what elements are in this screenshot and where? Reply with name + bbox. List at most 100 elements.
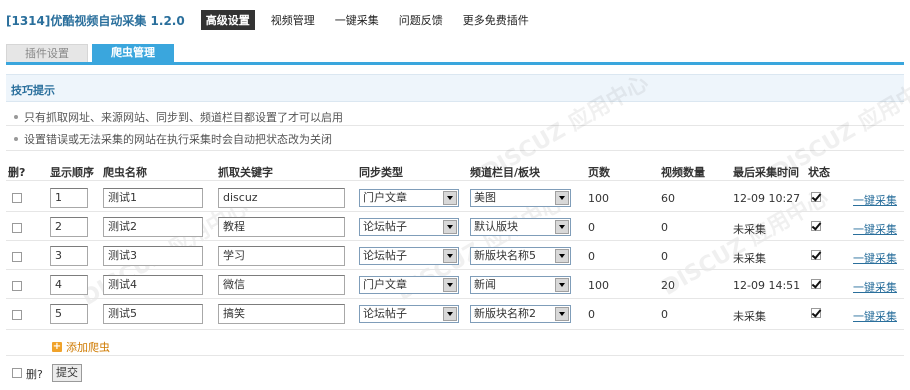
divider [6,240,904,241]
name-input[interactable]: 测试2 [103,217,203,237]
dropdown-arrow-icon [443,220,457,234]
channel-select[interactable]: 新版块名称5 [470,247,571,265]
pages-value: 100 [588,192,609,205]
col-header-order: 显示顺序 [50,166,94,179]
dropdown-arrow-icon [555,307,569,321]
dropdown-arrow-icon [555,249,569,263]
last-collect-time: 未采集 [733,223,766,236]
dropdown-arrow-icon [555,191,569,205]
keyword-input[interactable]: 学习 [218,246,345,266]
col-header-video-count: 视频数量 [661,166,705,179]
nav-video-management[interactable]: 视频管理 [267,10,319,30]
divider [6,180,904,181]
last-collect-time: 12-09 10:27 [733,192,801,205]
app-title: [1314]优酷视频自动采集 1.2.0 [6,13,185,28]
order-input[interactable]: 3 [50,246,88,266]
channel-select[interactable]: 新闻 [470,276,571,294]
sync-type-select[interactable]: 论坛帖子 [359,218,459,236]
divider [6,211,904,212]
selected-value: 新版块名称2 [474,307,536,320]
status-checkbox[interactable] [811,192,821,202]
col-header-name: 爬虫名称 [103,166,147,179]
nav-one-click-collect[interactable]: 一键采集 [331,10,383,30]
status-checkbox[interactable] [811,279,821,289]
channel-select[interactable]: 新版块名称2 [470,305,571,323]
name-input[interactable]: 测试1 [103,188,203,208]
selected-value: 门户文章 [363,278,407,291]
delete-all-checkbox[interactable] [12,368,22,378]
delete-checkbox[interactable] [12,281,22,291]
selected-value: 门户文章 [363,191,407,204]
order-input[interactable]: 4 [50,275,88,295]
top-bar: [1314]优酷视频自动采集 1.2.0 高级设置 视频管理 一键采集 问题反馈… [6,10,545,30]
add-crawler-button[interactable]: + 添加爬虫 [52,339,110,355]
divider [6,150,904,151]
delete-checkbox[interactable] [12,193,22,203]
divider [6,329,904,330]
dropdown-arrow-icon [443,191,457,205]
collect-now-link[interactable]: 一键采集 [853,221,897,237]
col-header-sync-type: 同步类型 [359,166,403,179]
dropdown-arrow-icon [443,307,457,321]
name-input[interactable]: 测试3 [103,246,203,266]
col-header-last-time: 最后采集时间 [733,166,799,179]
keyword-input[interactable]: 搞笑 [218,304,345,324]
tip-text: 只有抓取网址、来源网站、同步到、频道栏目都设置了才可以启用 [24,111,343,124]
sync-type-select[interactable]: 论坛帖子 [359,305,459,323]
selected-value: 新版块名称5 [474,249,536,262]
tips-title: 技巧提示 [11,84,55,97]
tip-item: 只有抓取网址、来源网站、同步到、频道栏目都设置了才可以启用 [14,109,343,125]
tips-header: 技巧提示 [6,74,904,102]
status-checkbox[interactable] [811,250,821,260]
sync-type-select[interactable]: 论坛帖子 [359,247,459,265]
selected-value: 论坛帖子 [363,307,407,320]
selected-value: 美图 [474,191,496,204]
nav-more-plugins[interactable]: 更多免费插件 [459,10,533,30]
collect-now-link[interactable]: 一键采集 [853,279,897,295]
order-input[interactable]: 1 [50,188,88,208]
keyword-input[interactable]: 微信 [218,275,345,295]
col-header-pages: 页数 [588,166,610,179]
tab-plugin-settings[interactable]: 插件设置 [6,44,88,62]
last-collect-time: 未采集 [733,310,766,323]
tab-crawler-management[interactable]: 爬虫管理 [92,44,174,62]
nav-feedback[interactable]: 问题反馈 [395,10,447,30]
selected-value: 论坛帖子 [363,249,407,262]
top-nav: 高级设置 视频管理 一键采集 问题反馈 更多免费插件 [200,10,545,30]
video-count-value: 0 [661,308,668,321]
collect-now-link[interactable]: 一键采集 [853,192,897,208]
nav-advanced-settings[interactable]: 高级设置 [200,10,255,30]
order-input[interactable]: 2 [50,217,88,237]
order-input[interactable]: 5 [50,304,88,324]
divider [6,355,904,356]
name-input[interactable]: 测试5 [103,304,203,324]
delete-checkbox[interactable] [12,252,22,262]
collect-now-link[interactable]: 一键采集 [853,250,897,266]
tip-text: 设置错误或无法采集的网站在执行采集时会自动把状态改为关闭 [24,133,332,146]
dropdown-arrow-icon [443,278,457,292]
keyword-input[interactable]: 教程 [218,217,345,237]
name-input[interactable]: 测试4 [103,275,203,295]
channel-select[interactable]: 美图 [470,189,571,207]
pages-value: 0 [588,250,595,263]
collect-now-link[interactable]: 一键采集 [853,308,897,324]
selected-value: 论坛帖子 [363,220,407,233]
col-header-status: 状态 [808,166,830,179]
add-crawler-label: 添加爬虫 [66,341,110,354]
submit-button[interactable]: 提交 [52,364,82,382]
sync-type-select[interactable]: 门户文章 [359,276,459,294]
status-checkbox[interactable] [811,308,821,318]
sync-type-select[interactable]: 门户文章 [359,189,459,207]
video-count-value: 20 [661,279,675,292]
last-collect-time: 未采集 [733,252,766,265]
pages-value: 0 [588,308,595,321]
channel-select[interactable]: 默认版块 [470,218,571,236]
dropdown-arrow-icon [555,278,569,292]
status-checkbox[interactable] [811,221,821,231]
delete-all-label: 删? [26,368,43,381]
delete-checkbox[interactable] [12,310,22,320]
last-collect-time: 12-09 14:51 [733,279,801,292]
video-count-value: 0 [661,250,668,263]
delete-checkbox[interactable] [12,223,22,233]
keyword-input[interactable]: discuz [218,188,345,208]
